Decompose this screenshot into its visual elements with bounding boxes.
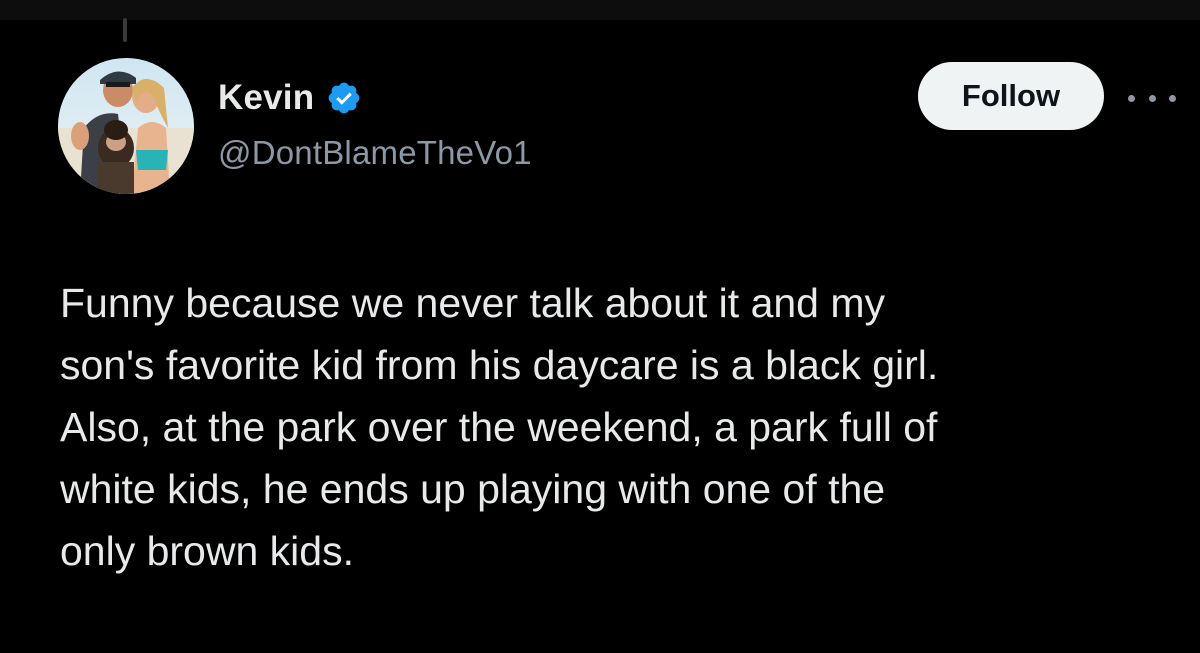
avatar[interactable] [58,58,194,194]
verified-badge-icon [328,82,360,114]
tweet-line: Also, at the park over the weekend, a pa… [60,404,938,450]
tweet-text: Funny because we never talk about it and… [60,272,1180,582]
author-handle[interactable]: @DontBlameTheVo1 [218,134,532,172]
more-dot [1169,94,1176,102]
tweet-line: white kids, he ends up playing with one … [60,466,886,512]
tweet-line: Funny because we never talk about it and… [60,280,886,326]
tweet-line: only brown kids. [60,528,354,574]
profile-photo [58,58,194,194]
author-name-row: Kevin [218,76,362,120]
follow-button[interactable]: Follow [918,62,1104,130]
top-band [0,0,1200,20]
more-dot [1148,94,1156,102]
thread-connector-line [123,18,127,42]
more-options-icon[interactable] [1128,88,1176,108]
author-display-name[interactable]: Kevin [218,78,314,118]
more-dot [1128,94,1135,102]
tweet-line: son's favorite kid from his daycare is a… [60,342,939,388]
